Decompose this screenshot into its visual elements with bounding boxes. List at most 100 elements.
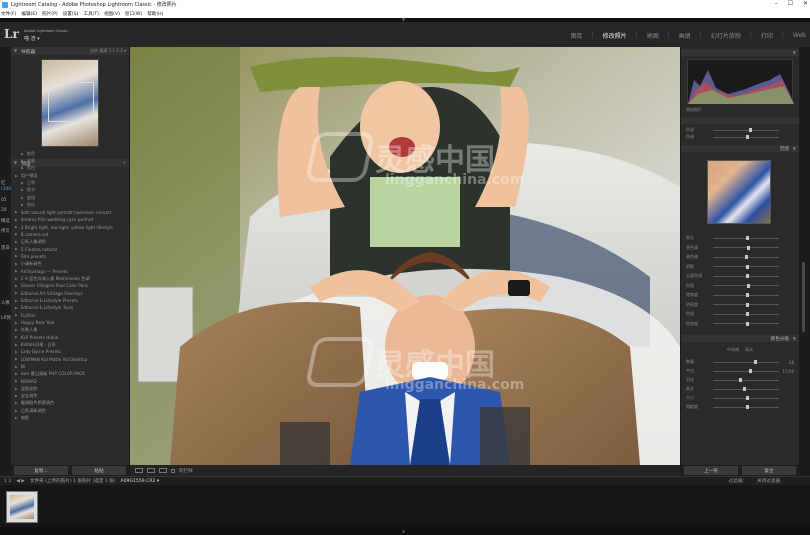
- slider-track[interactable]: [713, 236, 779, 240]
- menu-view[interactable]: 视图(V): [104, 11, 120, 17]
- preset-item[interactable]: ▶ C A 蓝色冷调人像 Mommasen 色调: [11, 275, 129, 282]
- expand-triangle-icon[interactable]: ▶: [15, 416, 18, 420]
- expand-triangle-icon[interactable]: ▶: [15, 299, 18, 303]
- expand-triangle-icon[interactable]: ▶: [15, 277, 18, 281]
- slider-handle[interactable]: [747, 245, 751, 250]
- navigator-thumbnail[interactable]: [41, 59, 99, 147]
- preset-item[interactable]: ▶ Soft natural light portrait haemazin mo…: [11, 209, 129, 216]
- expand-triangle-icon[interactable]: ▶: [15, 225, 18, 229]
- side-label[interactable]: 05: [1, 198, 7, 203]
- expand-triangle-icon[interactable]: ▶: [15, 306, 18, 310]
- preset-item[interactable]: ▶ 温柔皮肤: [11, 385, 129, 392]
- expand-triangle-icon[interactable]: ▶: [21, 203, 24, 207]
- slider-track[interactable]: [713, 283, 779, 288]
- close-button[interactable]: ✕: [803, 0, 808, 7]
- preset-item[interactable]: ▶ Glacier Villagine Pool Color Pack: [11, 282, 129, 289]
- slider-track[interactable]: [713, 387, 779, 391]
- slider-handle[interactable]: [746, 135, 749, 139]
- preset-item[interactable]: ▶ Editorial & Lifestyle Presets: [11, 297, 129, 304]
- expand-triangle-icon[interactable]: ▶: [15, 387, 18, 391]
- module-4[interactable]: 幻灯片放映: [711, 31, 741, 40]
- preset-item[interactable]: ▶ 电影: [11, 414, 129, 421]
- current-filename[interactable]: A09G1559.CR2 ▾: [120, 479, 159, 484]
- preset-item[interactable]: ▶ 日系清新调色: [11, 407, 129, 414]
- preset-item[interactable]: ▶ NOMAD: [11, 378, 129, 385]
- menu-photo[interactable]: 照片(P): [42, 11, 58, 17]
- expand-triangle-icon[interactable]: ▶: [15, 379, 18, 383]
- expand-triangle-icon[interactable]: ▶: [21, 188, 24, 192]
- left-panel-toggle[interactable]: [0, 47, 11, 465]
- module-5[interactable]: 打印: [761, 31, 773, 40]
- slider-handle[interactable]: [746, 264, 749, 269]
- expand-triangle-icon[interactable]: ▶: [21, 196, 24, 200]
- slider-handle[interactable]: [746, 293, 749, 297]
- preset-item[interactable]: ▶ LOWMAN Kid Matte Vol Desktop: [11, 356, 129, 363]
- before-after-icon[interactable]: [147, 468, 155, 473]
- side-label[interactable]: 人像: [1, 300, 10, 306]
- nav-arrows[interactable]: ◀ ▶: [16, 479, 25, 484]
- preset-item[interactable]: ▶ Film presets: [11, 253, 129, 260]
- expand-triangle-icon[interactable]: ▶: [15, 335, 18, 339]
- maximize-button[interactable]: ☐: [788, 0, 793, 7]
- slider-handle[interactable]: [746, 321, 749, 326]
- slider-handle[interactable]: [739, 378, 743, 382]
- expand-triangle-icon[interactable]: ▶: [21, 152, 24, 156]
- previous-button[interactable]: 上一张: [684, 466, 738, 475]
- slider-track[interactable]: [713, 302, 779, 307]
- loupe-view-icon[interactable]: [135, 468, 143, 473]
- module-6[interactable]: Web: [793, 32, 806, 39]
- expand-triangle-icon[interactable]: ▶: [15, 174, 18, 178]
- navigator-preview[interactable]: [11, 55, 129, 159]
- preset-item[interactable]: ▶ own 夏日清新 PHP COLOR PACK: [11, 370, 129, 377]
- menu-settings[interactable]: 设置(S): [63, 11, 79, 17]
- expand-triangle-icon[interactable]: ▶: [15, 218, 18, 222]
- expand-triangle-icon[interactable]: ▶: [15, 394, 18, 398]
- slider-track[interactable]: [713, 369, 779, 373]
- copy-settings-button[interactable]: 复制...: [14, 466, 68, 475]
- slider-handle[interactable]: [746, 312, 749, 316]
- expand-triangle-icon[interactable]: ▼: [793, 336, 796, 341]
- preset-item[interactable]: ▶ 日常: [11, 179, 129, 186]
- preset-item[interactable]: ▶ 小清新调色: [11, 260, 129, 267]
- preset-item[interactable]: ▶ 锐化: [11, 201, 129, 208]
- expand-triangle-icon[interactable]: ▶: [15, 321, 18, 325]
- side-label[interactable]: 拷贝: [1, 228, 10, 234]
- expand-triangle-icon[interactable]: ▶: [21, 166, 24, 170]
- bottom-panel-toggle[interactable]: ▲: [0, 527, 810, 535]
- compare-icon[interactable]: [159, 468, 167, 473]
- slider-handle[interactable]: [746, 396, 749, 400]
- preset-item[interactable]: ▶ B camera set: [11, 231, 129, 238]
- preset-item[interactable]: ▶ 宝宝调色: [11, 392, 129, 399]
- expand-triangle-icon[interactable]: ▶: [15, 401, 18, 405]
- expand-triangle-icon[interactable]: ▶: [15, 343, 18, 347]
- preset-item[interactable]: ▶ Ni: [11, 363, 129, 370]
- slider-handle[interactable]: [746, 236, 749, 240]
- expand-triangle-icon[interactable]: ▼: [793, 146, 796, 151]
- preset-item[interactable]: ▶ KLP Presets Hobie: [11, 334, 129, 341]
- preset-item[interactable]: ▶ dreamy film wedding cyan portrait: [11, 216, 129, 223]
- module-2[interactable]: 地图: [647, 31, 659, 40]
- expand-triangle-icon[interactable]: ▶: [15, 328, 18, 332]
- grading-tab-highlights[interactable]: 高光: [745, 347, 753, 353]
- slider-track[interactable]: [713, 128, 779, 132]
- slider-track[interactable]: [713, 264, 779, 269]
- collapse-down-icon[interactable]: ▲: [402, 528, 405, 533]
- slider-track[interactable]: [713, 396, 779, 400]
- preset-item[interactable]: ▶ 5 Cinema natural: [11, 245, 129, 252]
- slider-handle[interactable]: [742, 387, 746, 391]
- preset-item[interactable]: ▶ 3 Bright light, low light, yellow light…: [11, 223, 129, 230]
- expand-triangle-icon[interactable]: ▶: [15, 262, 18, 266]
- expand-triangle-icon[interactable]: ▶: [21, 159, 24, 163]
- expand-triangle-icon[interactable]: ▶: [15, 269, 18, 273]
- menu-window[interactable]: 窗口(W): [125, 11, 142, 17]
- expand-triangle-icon[interactable]: ▶: [15, 409, 18, 413]
- right-panel-scrollbar[interactable]: [802, 262, 805, 332]
- slider-handle[interactable]: [753, 360, 757, 364]
- expand-triangle-icon[interactable]: ▼: [14, 48, 17, 53]
- expand-triangle-icon[interactable]: ▶: [15, 350, 18, 354]
- slider-value[interactable]: 28: [782, 360, 794, 365]
- source-path[interactable]: 文件夹 (上传的照片) 1 张照片 /选定 1 张/: [30, 478, 116, 484]
- slider-track[interactable]: [713, 293, 779, 297]
- histogram-header[interactable]: ▼: [681, 49, 799, 56]
- expand-triangle-icon[interactable]: ▶: [15, 291, 18, 295]
